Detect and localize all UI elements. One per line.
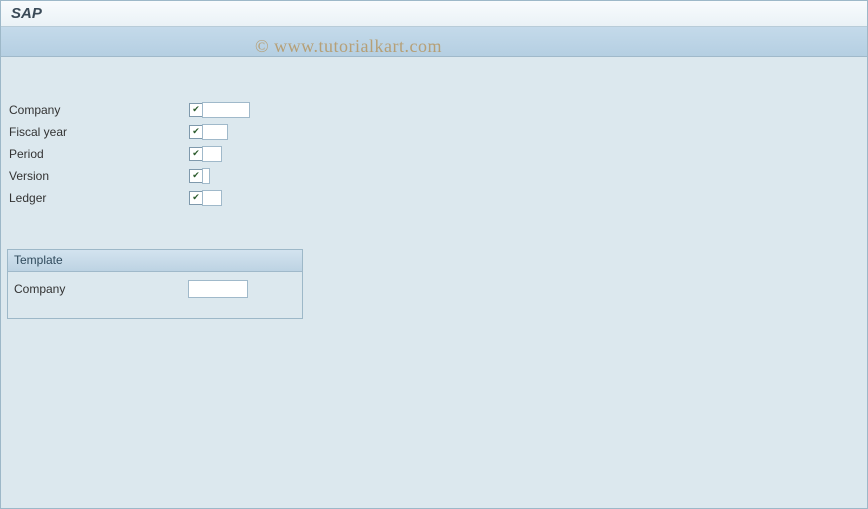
period-input[interactable] [202,146,222,162]
row-version: Version [7,165,861,187]
label-fiscal-year: Fiscal year [7,125,189,139]
checkbox-icon[interactable] [189,147,203,161]
label-company: Company [7,103,189,117]
row-template-company: Company [12,278,298,300]
sap-window: SAP Company Fiscal year Period [0,0,868,509]
row-company: Company [7,99,861,121]
checkbox-icon[interactable] [189,103,203,117]
template-group: Template Company [7,249,303,319]
input-wrap-period [189,146,222,162]
toolbar [1,27,867,57]
label-version: Version [7,169,189,183]
input-wrap-ledger [189,190,222,206]
template-group-title: Template [8,250,302,272]
input-wrap-version [189,168,210,184]
ledger-input[interactable] [202,190,222,206]
label-ledger: Ledger [7,191,189,205]
app-title: SAP [11,5,42,22]
fiscal-year-input[interactable] [202,124,228,140]
template-group-body: Company [8,272,302,318]
checkbox-icon[interactable] [189,191,203,205]
checkbox-icon[interactable] [189,125,203,139]
checkbox-icon[interactable] [189,169,203,183]
selection-fields: Company Fiscal year Period [7,99,861,209]
label-period: Period [7,147,189,161]
row-fiscal-year: Fiscal year [7,121,861,143]
row-ledger: Ledger [7,187,861,209]
content-area: Company Fiscal year Period [1,57,867,325]
input-wrap-company [189,102,250,118]
row-period: Period [7,143,861,165]
title-bar: SAP [1,1,867,27]
version-input[interactable] [202,168,210,184]
company-input[interactable] [202,102,250,118]
label-template-company: Company [12,282,188,296]
input-wrap-fiscal-year [189,124,228,140]
template-company-input[interactable] [188,280,248,298]
